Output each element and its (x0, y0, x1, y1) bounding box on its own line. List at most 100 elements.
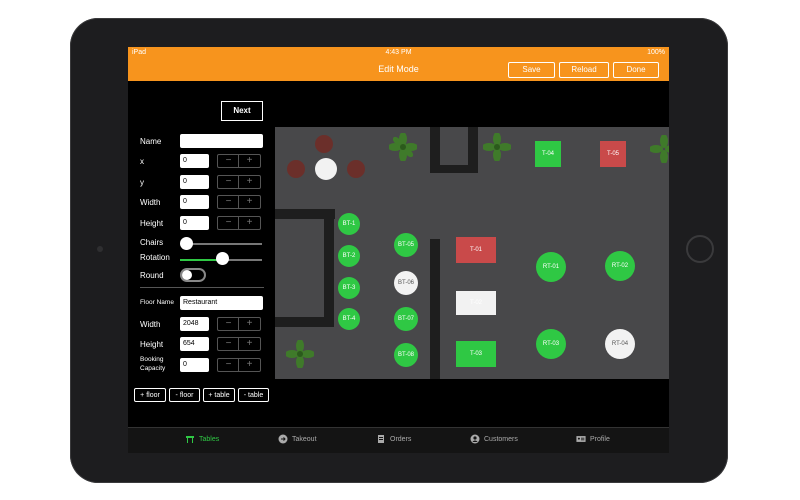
round-label: Round (140, 271, 164, 280)
tab-label: Takeout (292, 435, 317, 443)
rotation-slider-thumb[interactable] (216, 252, 229, 265)
rotation-label: Rotation (140, 253, 170, 262)
tab-label: Tables (199, 435, 220, 443)
stool (287, 160, 305, 178)
done-button[interactable]: Done (613, 62, 659, 78)
round-table[interactable]: RT-01 (536, 252, 566, 282)
tab-tables[interactable]: Tables (185, 434, 219, 444)
x-increment[interactable]: + (238, 155, 260, 167)
battery-label: 100% (647, 49, 665, 56)
remove-floor-button[interactable]: - floor (169, 388, 200, 402)
y-label: y (140, 178, 144, 187)
round-table[interactable]: RT-03 (536, 329, 566, 359)
rect-table[interactable]: T-01 (456, 237, 496, 263)
bar-table[interactable]: BT-07 (394, 307, 418, 331)
width-decrement[interactable]: − (218, 196, 239, 208)
floor-name-label: Floor Name (140, 299, 174, 306)
tab-orders[interactable]: Orders (376, 434, 411, 444)
floor-height-decrement[interactable]: − (218, 338, 239, 350)
nav-bar: Edit Mode Save Reload Done (128, 59, 669, 81)
bar-table[interactable]: BT-2 (338, 245, 360, 267)
floor-height-field[interactable]: 654 (180, 337, 209, 351)
height-decrement[interactable]: − (218, 217, 239, 229)
y-stepper[interactable]: − + (217, 175, 261, 189)
round-table[interactable]: RT-04 (605, 329, 635, 359)
home-button[interactable] (686, 235, 714, 263)
rect-table[interactable]: T-03 (456, 341, 496, 367)
stool (347, 160, 365, 178)
tab-label: Customers (484, 435, 518, 443)
customers-icon (470, 434, 480, 444)
width-increment[interactable]: + (238, 196, 260, 208)
add-table-button[interactable]: + table (203, 388, 235, 402)
save-button[interactable]: Save (508, 62, 555, 78)
y-increment[interactable]: + (238, 176, 260, 188)
booking-capacity-stepper[interactable]: − + (217, 358, 261, 372)
floor-width-label: Width (140, 320, 161, 329)
name-field[interactable] (180, 134, 263, 148)
next-button[interactable]: Next (221, 101, 263, 121)
clock: 4:43 PM (385, 49, 412, 56)
tab-label: Profile (590, 435, 610, 443)
plant-icon (389, 133, 417, 161)
booking-increment[interactable]: + (238, 359, 260, 371)
height-increment[interactable]: + (238, 217, 260, 229)
status-bar: iPad 4:43 PM 100% (128, 47, 669, 59)
y-field[interactable]: 0 (180, 175, 209, 189)
chairs-slider-thumb[interactable] (180, 237, 193, 250)
y-decrement[interactable]: − (218, 176, 239, 188)
plant-icon (483, 133, 511, 161)
high-table[interactable] (315, 158, 337, 180)
takeout-icon (278, 434, 288, 444)
stool (315, 135, 333, 153)
reload-button[interactable]: Reload (559, 62, 609, 78)
remove-table-button[interactable]: - table (238, 388, 269, 402)
add-floor-button[interactable]: + floor (134, 388, 166, 402)
table-top-right[interactable]: T-05 (600, 141, 626, 167)
round-table[interactable]: RT-02 (605, 251, 635, 281)
floor-width-increment[interactable]: + (238, 318, 260, 330)
rect-table[interactable]: T-02 (456, 291, 496, 315)
width-stepper[interactable]: − + (217, 195, 261, 209)
bar-table[interactable]: BT-06 (394, 271, 418, 295)
tab-label: Orders (390, 435, 412, 443)
divider (140, 287, 264, 288)
height-stepper[interactable]: − + (217, 216, 261, 230)
tab-profile[interactable]: Profile (576, 434, 610, 444)
bar-table[interactable]: BT-1 (338, 213, 360, 235)
partition-wall (468, 127, 478, 172)
floor-height-stepper[interactable]: − + (217, 337, 261, 351)
plant-icon (286, 340, 314, 368)
x-decrement[interactable]: − (218, 155, 239, 167)
tab-takeout[interactable]: Takeout (278, 434, 317, 444)
chairs-slider[interactable] (186, 243, 262, 245)
name-label: Name (140, 137, 162, 146)
floor-plan-canvas[interactable]: BT-1 BT-2 BT-3 BT-4 BT-05 BT-06 BT-07 BT… (275, 127, 669, 379)
bar-table[interactable]: BT-4 (338, 308, 360, 330)
width-field[interactable]: 0 (180, 195, 209, 209)
height-field[interactable]: 0 (180, 216, 209, 230)
floor-width-stepper[interactable]: − + (217, 317, 261, 331)
floor-width-field[interactable]: 2048 (180, 317, 209, 331)
floor-height-increment[interactable]: + (238, 338, 260, 350)
booking-capacity-field[interactable]: 0 (180, 358, 209, 372)
booking-decrement[interactable]: − (218, 359, 239, 371)
tab-bar: Tables Takeout Orders Customers Profile (128, 427, 669, 453)
bar-counter-wall (324, 209, 334, 327)
floor-name-field[interactable]: Restaurant (180, 296, 263, 310)
bar-table[interactable]: BT-08 (394, 343, 418, 367)
booking-label-line1: Booking (140, 356, 164, 363)
round-toggle[interactable] (180, 268, 206, 282)
floor-width-decrement[interactable]: − (218, 318, 239, 330)
bar-table[interactable]: BT-3 (338, 277, 360, 299)
x-label: x (140, 157, 144, 166)
partition-wall (430, 239, 440, 379)
x-stepper[interactable]: − + (217, 154, 261, 168)
front-camera (97, 246, 103, 252)
tab-customers[interactable]: Customers (470, 434, 518, 444)
bar-table[interactable]: BT-05 (394, 233, 418, 257)
bar-counter-wall (275, 317, 334, 327)
profile-icon (576, 436, 586, 442)
x-field[interactable]: 0 (180, 154, 209, 168)
table-top-left[interactable]: T-04 (535, 141, 561, 167)
